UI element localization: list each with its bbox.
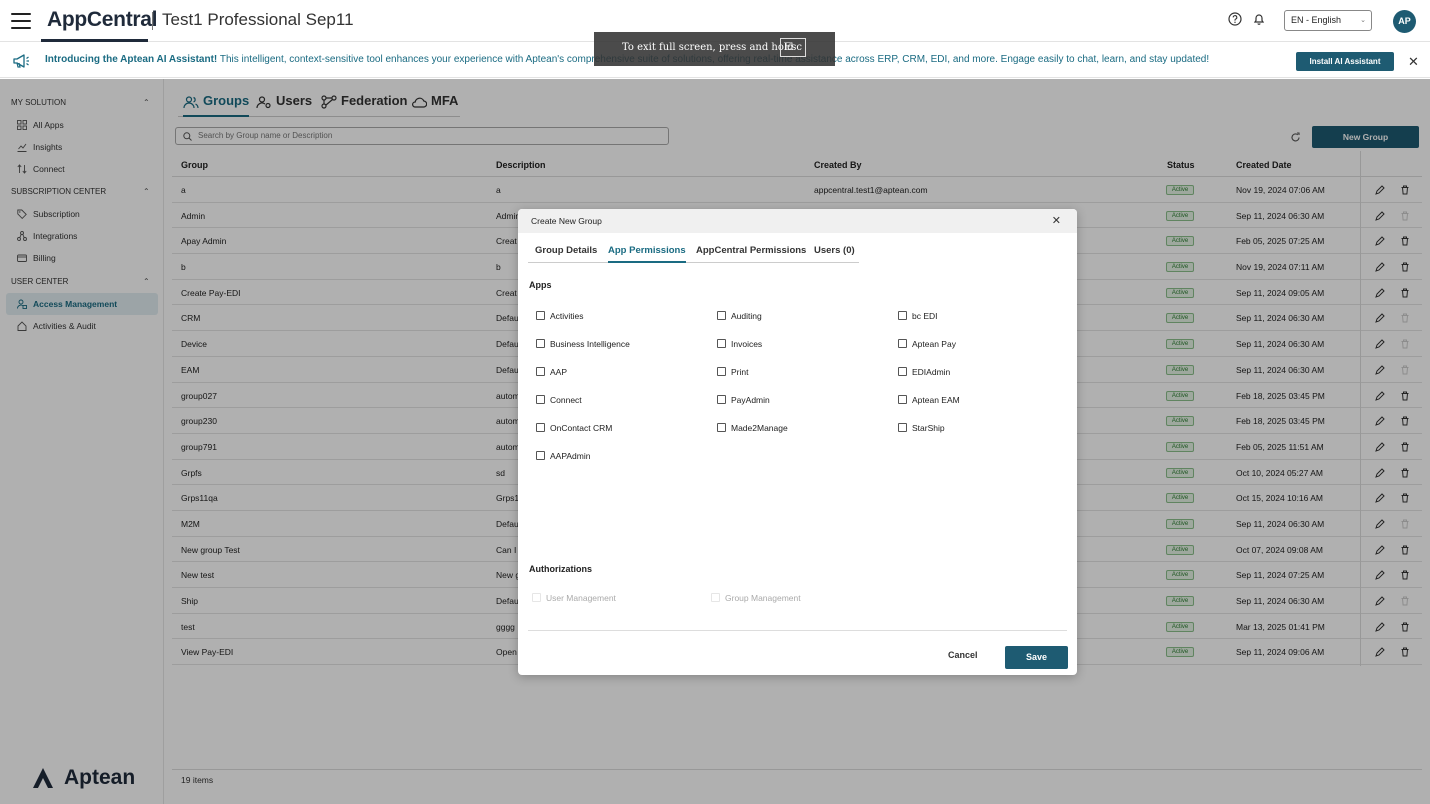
checkbox-label: Connect (550, 395, 582, 405)
install-ai-assistant-button[interactable]: Install AI Assistant (1296, 52, 1394, 71)
checkbox-icon[interactable] (898, 339, 907, 348)
user-management-checkbox: User Management (532, 593, 616, 605)
banner-title: Introducing the Aptean AI Assistant! (45, 54, 218, 65)
app-permission-checkbox[interactable]: Aptean Pay (898, 339, 956, 351)
esc-key: Esc (780, 38, 807, 57)
app-permission-checkbox[interactable]: Print (717, 367, 748, 379)
checkbox-label: Group Management (725, 593, 801, 603)
fullscreen-exit-notice: To exit full screen, press and hold Esc (594, 32, 835, 66)
app-permission-checkbox[interactable]: Aptean EAM (898, 395, 960, 407)
checkbox-label: Invoices (731, 339, 763, 349)
checkbox-label: bc EDI (912, 311, 938, 321)
checkbox-icon[interactable] (717, 311, 726, 320)
app-permission-checkbox[interactable]: AAP (536, 367, 567, 379)
app-permission-checkbox[interactable]: bc EDI (898, 311, 938, 323)
dialog-tabs: Group Details App Permissions AppCentral… (528, 239, 859, 263)
checkbox-label: StarShip (912, 423, 945, 433)
checkbox-label: User Management (546, 593, 616, 603)
app-permission-checkbox[interactable]: Auditing (717, 311, 762, 323)
checkbox-icon (532, 593, 541, 602)
checkbox-label: AAPAdmin (550, 451, 591, 461)
app-permission-checkbox[interactable]: EDIAdmin (898, 367, 950, 379)
checkbox-icon[interactable] (898, 423, 907, 432)
app-permission-checkbox[interactable]: Business Intelligence (536, 339, 630, 351)
checkbox-icon[interactable] (717, 423, 726, 432)
checkbox-icon[interactable] (717, 395, 726, 404)
checkbox-icon[interactable] (898, 311, 907, 320)
checkbox-icon[interactable] (536, 395, 545, 404)
tab-appcentral-permissions[interactable]: AppCentral Permissions (696, 245, 806, 263)
checkbox-label: AAP (550, 367, 568, 377)
checkbox-icon[interactable] (717, 339, 726, 348)
checkbox-label: PayAdmin (731, 395, 770, 405)
avatar[interactable]: AP (1393, 10, 1416, 33)
checkbox-icon[interactable] (898, 367, 907, 376)
dialog-footer-divider (528, 630, 1067, 631)
tenant-name: Test1 Professional Sep11 (162, 10, 354, 29)
checkbox-label: Print (731, 367, 749, 377)
checkbox-icon[interactable] (536, 367, 545, 376)
checkbox-label: Made2Manage (731, 423, 788, 433)
app-brand: AppCentral (47, 8, 158, 31)
tab-group-details[interactable]: Group Details (535, 245, 597, 263)
app-permission-checkbox[interactable]: Made2Manage (717, 423, 788, 435)
hamburger-menu-icon[interactable] (11, 13, 31, 29)
checkbox-icon[interactable] (717, 367, 726, 376)
checkbox-label: Activities (550, 311, 584, 321)
checkbox-icon[interactable] (898, 395, 907, 404)
checkbox-label: Aptean EAM (912, 395, 960, 405)
fullscreen-notice-text: To exit full screen, press and hold (622, 42, 794, 53)
app-permission-checkbox[interactable]: StarShip (898, 423, 945, 435)
checkbox-label: EDIAdmin (912, 367, 951, 377)
tab-users[interactable]: Users (0) (814, 245, 855, 263)
checkbox-label: Aptean Pay (912, 339, 956, 349)
help-icon[interactable] (1228, 12, 1244, 28)
dialog-title: Create New Group (531, 216, 602, 226)
dialog-header: Create New Group ✕ (518, 209, 1077, 233)
checkbox-label: OnContact CRM (550, 423, 613, 433)
checkbox-label: Business Intelligence (550, 339, 630, 349)
app-permission-checkbox[interactable]: OnContact CRM (536, 423, 612, 435)
app-permission-checkbox[interactable]: Connect (536, 395, 582, 407)
close-icon[interactable]: ✕ (1408, 54, 1419, 70)
brand-underline (41, 39, 148, 42)
megaphone-icon (12, 53, 30, 69)
app-permission-checkbox[interactable]: PayAdmin (717, 395, 770, 407)
cancel-button[interactable]: Cancel (948, 650, 978, 660)
app-permission-checkbox[interactable]: Activities (536, 311, 584, 323)
language-select-value: EN - English (1291, 15, 1342, 25)
checkbox-icon[interactable] (536, 423, 545, 432)
brand-separator (152, 12, 153, 30)
group-management-checkbox: Group Management (711, 593, 801, 605)
checkbox-icon[interactable] (536, 339, 545, 348)
apps-heading: Apps (529, 280, 552, 290)
checkbox-icon (711, 593, 720, 602)
checkbox-icon[interactable] (536, 311, 545, 320)
app-permission-checkbox[interactable]: AAPAdmin (536, 451, 590, 463)
language-select[interactable]: EN - English ⌄ (1284, 10, 1372, 31)
app-permission-checkbox[interactable]: Invoices (717, 339, 762, 351)
bell-icon[interactable] (1252, 12, 1268, 28)
chevron-down-icon: ⌄ (1360, 17, 1366, 24)
authorizations-heading: Authorizations (529, 564, 592, 574)
checkbox-label: Auditing (731, 311, 762, 321)
checkbox-icon[interactable] (536, 451, 545, 460)
close-icon[interactable]: ✕ (1052, 214, 1061, 227)
save-button[interactable]: Save (1005, 646, 1068, 669)
tab-app-permissions[interactable]: App Permissions (608, 245, 686, 263)
create-group-dialog: Create New Group ✕ Group Details App Per… (518, 209, 1077, 675)
